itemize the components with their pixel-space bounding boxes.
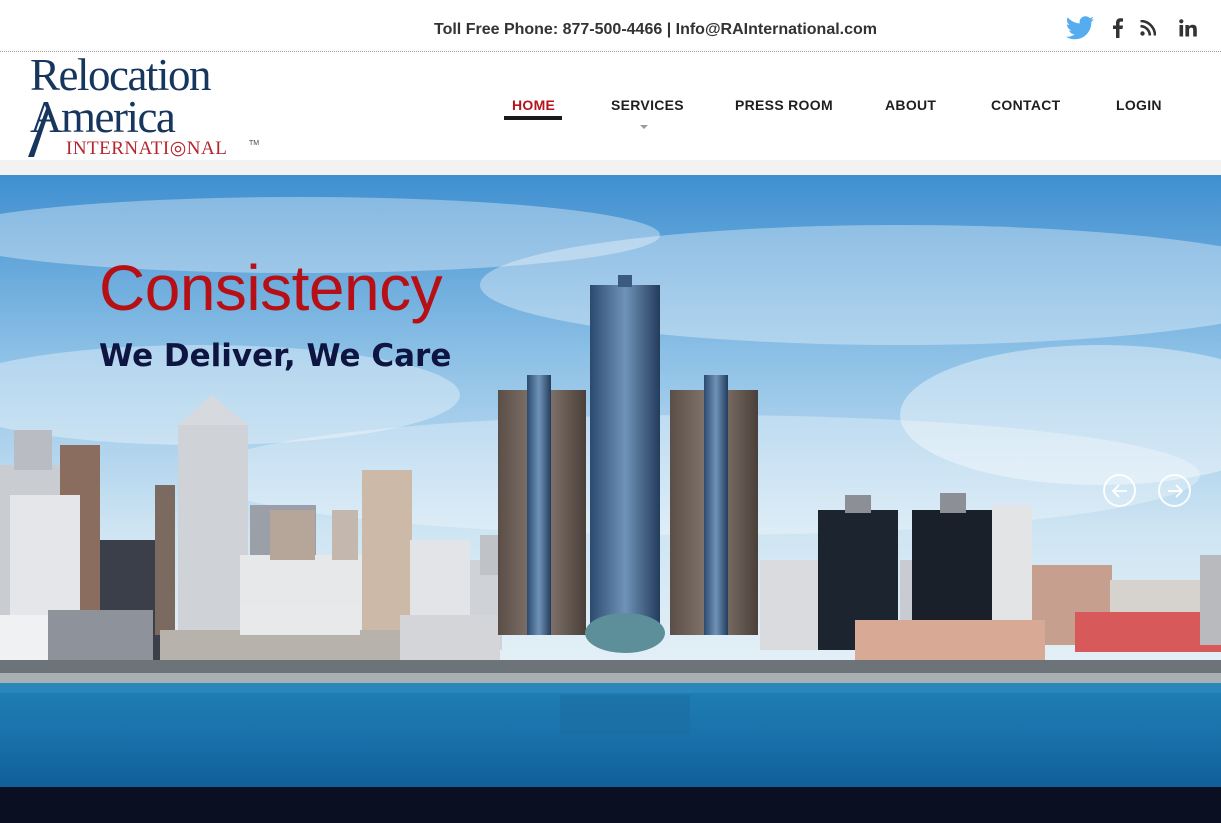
twitter-bird-icon[interactable] (1064, 14, 1096, 42)
nav-services[interactable]: SERVICES (611, 97, 684, 113)
services-dropdown-caret-icon[interactable] (640, 125, 648, 129)
nav-active-indicator (504, 116, 562, 120)
arrow-left-icon (1111, 483, 1127, 498)
email-link[interactable]: Info@RAInternational.com (676, 21, 877, 38)
logo-trademark: TM (249, 140, 260, 147)
main-navigation: HOME SERVICES PRESS ROOM ABOUT CONTACT L… (0, 97, 1221, 127)
header-divider-strip (0, 160, 1221, 175)
arrow-right-icon (1167, 483, 1183, 498)
slider-prev-button[interactable] (1103, 474, 1136, 507)
nav-login[interactable]: LOGIN (1116, 97, 1162, 113)
nav-press-room[interactable]: PRESS ROOM (735, 97, 833, 113)
toll-free-phone[interactable]: Toll Free Phone: 877-500-4466 (434, 21, 662, 38)
nav-about[interactable]: ABOUT (885, 97, 936, 113)
top-bar: Toll Free Phone: 877-500-4466 | Info@RAI… (0, 0, 1221, 52)
footer-bar (0, 787, 1221, 823)
facebook-icon[interactable] (1110, 14, 1126, 42)
contact-separator: | (662, 21, 676, 38)
hero-subtitle: We Deliver, We Care (99, 338, 452, 374)
slider-next-button[interactable] (1158, 474, 1191, 507)
nav-contact[interactable]: CONTACT (991, 97, 1061, 113)
nav-home[interactable]: HOME (512, 97, 555, 113)
contact-info: Toll Free Phone: 877-500-4466 | Info@RAI… (434, 21, 877, 39)
linkedin-icon[interactable] (1177, 14, 1199, 42)
rss-feed-icon[interactable] (1139, 14, 1157, 42)
hero-title: Consistency (99, 252, 443, 324)
logo-text-international: INTERNATI◎NAL (66, 138, 228, 159)
